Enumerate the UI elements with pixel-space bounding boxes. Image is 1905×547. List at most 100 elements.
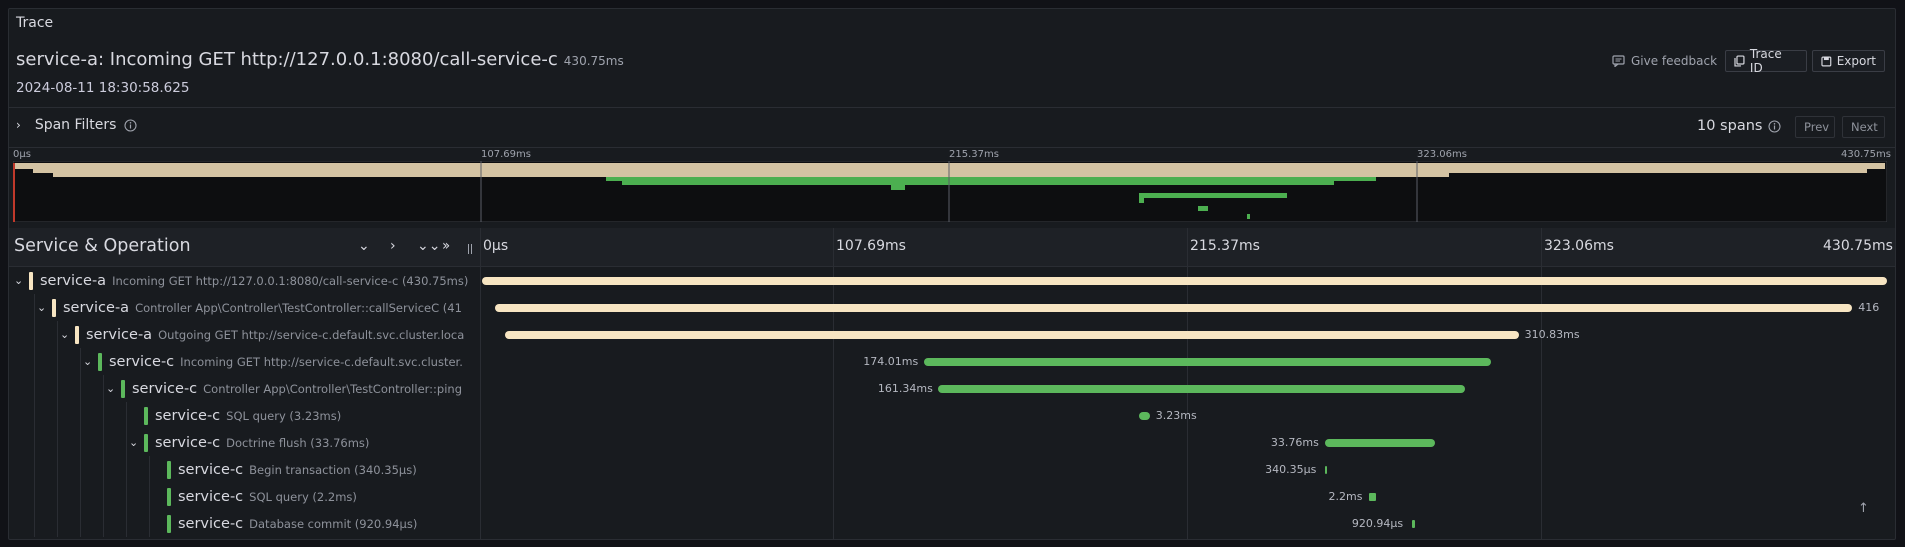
chevron-down-icon[interactable]: ⌄ [37,301,46,314]
span-bar[interactable] [1139,412,1150,420]
span-name[interactable]: service-a Controller App\Controller\TestC… [52,294,475,321]
trace-title: service-a: Incoming GET http://127.0.0.1… [16,49,624,70]
span-service-name: service-c [155,407,221,424]
span-duration-label: 161.34ms [877,382,933,395]
tree-guide [34,429,35,456]
minimap-tick: 0μs [13,149,31,160]
span-operation-name: Doctrine flush (33.76ms) [226,435,370,450]
chevron-down-icon[interactable]: ⌄ [129,436,138,449]
span-operation-name: Database commit (920.94μs) [249,516,418,531]
span-count: 10 spans [1697,118,1782,134]
span-name[interactable]: service-c SQL query (3.23ms) [144,402,475,429]
minimap-tick: 323.06ms [1417,149,1467,160]
tree-guide [126,456,127,483]
span-name[interactable]: service-c Doctrine flush (33.76ms) [144,429,475,456]
tree-guide [80,402,81,429]
minimap-ticks: 0μs 107.69ms 215.37ms 323.06ms 430.75ms [13,149,1891,161]
give-feedback-label: Give feedback [1631,54,1718,68]
tree-guide [80,483,81,510]
expand-one-icon[interactable]: › [390,238,396,254]
span-filters-toggle[interactable]: › Span Filters [16,117,138,133]
tree-guide [34,348,35,375]
chevron-down-icon[interactable]: ⌄ [14,274,23,287]
tree-guide [57,402,58,429]
span-bar[interactable] [1412,520,1416,528]
tree-guide [103,483,104,510]
service-color-indicator [167,514,171,533]
span-rows: ⌄ service-a Incoming GET http://127.0.0.1:… [9,267,1895,539]
service-color-indicator [144,433,148,452]
tree-guide [57,510,58,537]
span-bar[interactable] [504,331,1519,339]
column-resizer[interactable] [468,244,472,254]
minimap-tick: 215.37ms [949,149,999,160]
timeline-header: Service & Operation ⌄ › ⌄⌄ ›› 0μs 107.69… [9,228,1895,267]
span-name[interactable]: service-a Outgoing GET http://service-c.d… [75,321,475,348]
tree-guide [80,510,81,537]
span-row[interactable]: ⌄ service-c Doctrine flush (33.76ms) 33.76m… [9,429,1895,456]
span-name[interactable]: service-c Begin transaction (340.35μs) [167,456,475,483]
span-row[interactable]: ⌄ service-c Controller App\Controller\Test… [9,375,1895,402]
span-row[interactable]: ⌄ service-a Controller App\Controller\Test… [9,294,1895,321]
export-button[interactable]: Export [1812,50,1885,72]
tree-guide [34,321,35,348]
span-operation-name: Outgoing GET http://service-c.default.sv… [158,327,465,342]
span-name[interactable]: service-c SQL query (2.2ms) [167,483,475,510]
tree-guide [57,348,58,375]
span-row[interactable]: ⌄ service-a Incoming GET http://127.0.0.1:… [9,267,1895,294]
span-service-name: service-a [86,326,153,343]
span-operation-name: Incoming GET http://127.0.0.1:8080/call-… [112,273,469,288]
span-bar[interactable] [938,385,1465,393]
service-color-indicator [52,298,56,317]
span-name[interactable]: service-c Database commit (920.94μs) [167,510,475,537]
give-feedback-link[interactable]: Give feedback [1612,54,1717,68]
expand-all-icon[interactable]: ⌄⌄ [417,238,440,254]
prev-button[interactable]: Prev [1795,116,1835,138]
span-name[interactable]: service-c Controller App\Controller\TestC… [121,375,475,402]
tree-guide [57,483,58,510]
minimap-tick: 430.75ms [1841,149,1891,160]
span-row[interactable]: ⌄ service-a Outgoing GET http://service-c.… [9,321,1895,348]
timeline-tick: 323.06ms [1544,238,1614,254]
span-service-name: service-c [109,353,175,370]
span-row[interactable]: service-c SQL query (3.23ms) 3.23ms [9,402,1895,429]
copy-icon [1734,55,1745,67]
span-bar[interactable] [482,277,1887,285]
span-bar[interactable] [1324,439,1435,447]
span-service-name: service-a [63,299,130,316]
span-service-name: service-c [178,488,244,505]
trace-minimap[interactable] [13,161,1887,222]
tree-guide [34,483,35,510]
span-name[interactable]: service-c Incoming GET http://service-c.d… [98,348,475,375]
expand-more-icon[interactable]: ›› [442,238,450,254]
trace-start-time: 2024-08-11 18:30:58.625 [16,80,190,96]
next-button[interactable]: Next [1842,116,1885,138]
span-name[interactable]: service-a Incoming GET http://127.0.0.1:8… [29,267,475,294]
span-row[interactable]: service-c SQL query (2.2ms) 2.2ms [9,483,1895,510]
tree-guide [80,429,81,456]
span-row[interactable]: ⌄ service-c Incoming GET http://service-c.… [9,348,1895,375]
span-bar[interactable] [1368,493,1376,501]
collapse-one-icon[interactable]: ⌄ [358,238,370,254]
tree-guide [80,456,81,483]
chevron-down-icon[interactable]: ⌄ [106,382,115,395]
chevron-right-icon: › [16,118,21,132]
tree-guide [149,510,150,537]
span-bar[interactable] [923,358,1492,366]
chevron-down-icon[interactable]: ⌄ [60,328,69,341]
divider [9,107,1895,108]
trace-id-label: Trace ID [1749,47,1782,75]
span-bar[interactable] [495,304,1853,312]
trace-id-button[interactable]: Trace ID [1725,47,1807,75]
span-row[interactable]: service-c Begin transaction (340.35μs) 340… [9,456,1895,483]
span-service-name: service-a [40,272,107,289]
span-row[interactable]: service-c Database commit (920.94μs) 920.9… [9,510,1895,537]
span-service-name: service-c [178,515,244,532]
arrow-up-icon[interactable]: ↑ [1858,501,1869,516]
service-color-indicator [75,325,79,344]
span-bar[interactable] [1325,466,1328,474]
tree-guide [57,429,58,456]
minimap-tick: 107.69ms [481,149,531,160]
chevron-down-icon[interactable]: ⌄ [83,355,92,368]
span-duration-label: 174.01ms [863,355,919,368]
